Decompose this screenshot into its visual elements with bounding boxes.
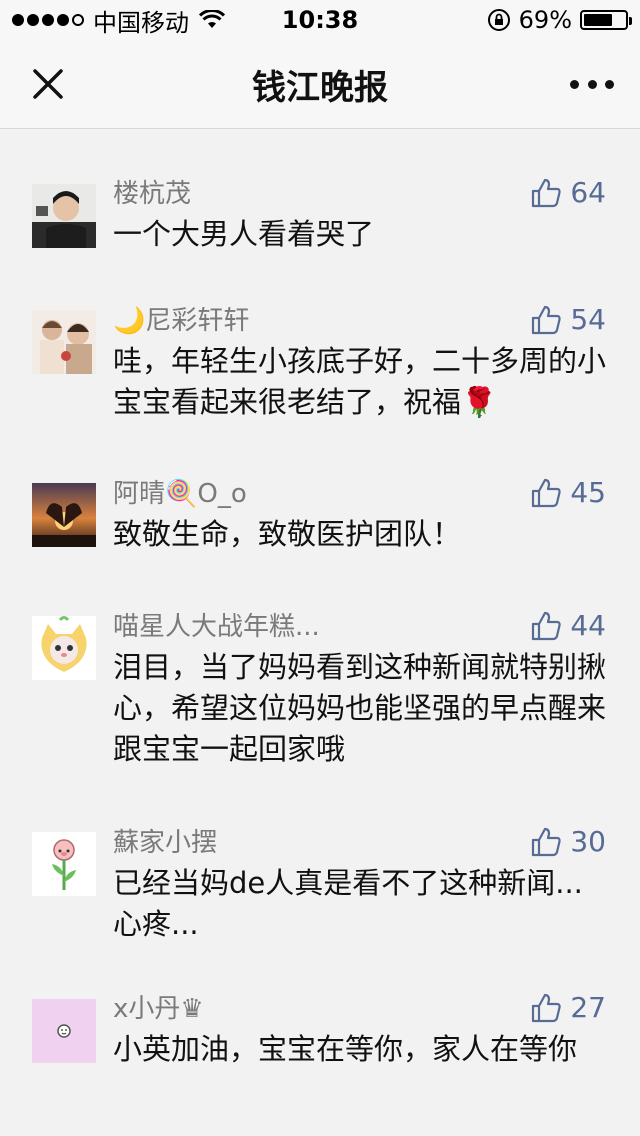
status-right: 69% [487,6,640,34]
battery-percent: 69% [518,6,572,34]
navigation-bar: 钱江晚报 [0,40,640,129]
thumbs-up-icon [532,611,562,640]
avatar[interactable] [32,832,96,896]
comment-list[interactable]: 楼杭茂 一个大男人看着哭了 64 🌙尼彩轩轩 哇，年轻生小孩底子好，二十多周的小… [0,129,640,1118]
like-button[interactable]: 45 [530,476,606,509]
like-count: 54 [570,303,606,336]
like-button[interactable]: 27 [530,991,606,1024]
thumbs-up-icon [532,305,562,334]
like-count: 44 [570,609,606,642]
battery-fill [584,14,612,26]
signal-dot-empty [72,14,84,26]
like-count: 30 [570,825,606,858]
more-dot [570,79,579,89]
thumbs-up-icon [532,993,562,1022]
more-dot [587,79,597,89]
comment-item: 楼杭茂 一个大男人看着哭了 64 [0,129,640,262]
carrier-name: 中国移动 [93,8,189,37]
thumbs-up-icon [532,178,562,207]
avatar[interactable] [32,310,96,374]
more-icon[interactable] [570,70,614,98]
signal-dot [27,14,39,26]
signal-strength-icon [12,14,87,26]
status-bar: 中国移动 10:38 69% [0,0,640,40]
close-icon[interactable] [28,64,68,104]
comment-item: 喵星人大战年糕... 泪目，当了妈妈看到这种新闻就特别揪心，希望这位妈妈也能坚强… [0,562,640,777]
like-count: 45 [570,476,606,509]
avatar[interactable] [32,616,96,680]
like-button[interactable]: 30 [530,825,606,858]
more-dot [605,79,614,89]
comment-text: 泪目，当了妈妈看到这种新闻就特别揪心，希望这位妈妈也能坚强的早点醒来跟宝宝一起回… [113,650,607,766]
avatar[interactable] [32,483,96,547]
page-title: 钱江晚报 [252,67,388,108]
rotation-lock-icon [487,9,510,31]
comment-item: 蘇家小摆 已经当妈de人真是看不了这种新闻...心疼... 30 [0,777,640,952]
comment-text: 已经当妈de人真是看不了这种新闻...心疼... [113,866,583,941]
comment-text: 致敬生命，致敬医护团队！ [113,517,462,551]
thumbs-up-icon [532,478,562,507]
like-count: 27 [570,991,606,1024]
like-button[interactable]: 54 [530,303,606,336]
status-left: 中国移动 [0,3,225,38]
signal-dot [12,14,24,26]
like-button[interactable]: 44 [530,609,606,642]
comment-item: 🌙尼彩轩轩 哇，年轻生小孩底子好，二十多周的小宝宝看起来很老结了，祝福🌹 54 [0,262,640,430]
wifi-icon [199,10,225,28]
comment-item: x小丹♛ 小英加油，宝宝在等你，家人在等你 27 [0,952,640,1118]
like-count: 64 [570,176,606,209]
comment-item: 阿晴🍭O_o 致敬生命，致敬医护团队！ 45 [0,430,640,562]
avatar[interactable] [32,999,96,1063]
comment-text: 一个大男人看着哭了 [113,217,375,251]
like-button[interactable]: 64 [530,176,606,209]
battery-icon [580,10,632,30]
comment-text: 小英加油，宝宝在等你，家人在等你 [113,1032,578,1066]
thumbs-up-icon [532,827,562,856]
signal-dot [42,14,54,26]
avatar[interactable] [32,184,96,248]
signal-dot [57,14,69,26]
comment-text: 哇，年轻生小孩底子好，二十多周的小宝宝看起来很老结了，祝福🌹 [113,344,607,419]
